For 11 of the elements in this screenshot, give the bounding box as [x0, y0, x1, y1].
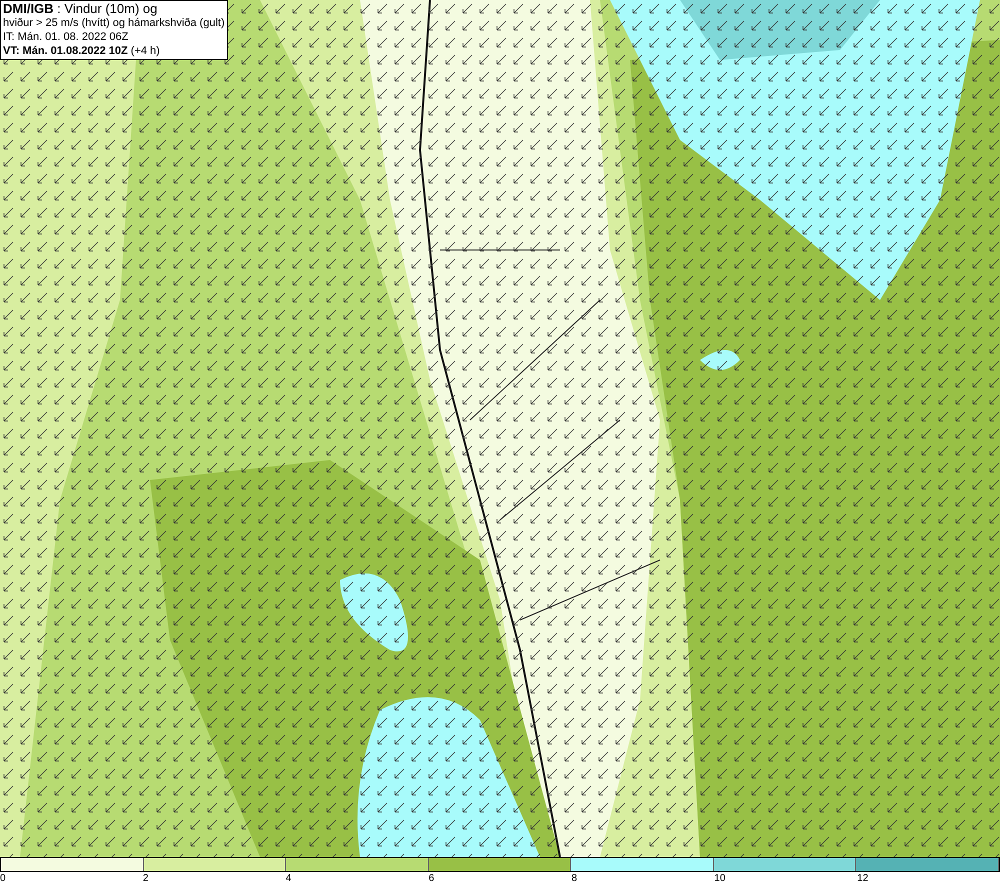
- title-line: VT: Mán. 01.08.2022 10Z (+4 h): [3, 44, 161, 58]
- title-line: IT: Mán. 01. 08. 2022 06Z: [3, 30, 130, 44]
- colorbar-tick-label: 8: [571, 872, 577, 886]
- colorbar-tick-label: 0: [0, 872, 6, 886]
- title-line: hviður > 25 m/s (hvítt) og hámarkshviða (gult): [3, 16, 225, 30]
- colorbar-tick-label: 10: [714, 872, 726, 886]
- colorbar-tick-label: 2: [142, 872, 148, 886]
- colorbar-tick-label: 4: [286, 872, 292, 886]
- colorbar-tick-label: 12: [857, 872, 868, 886]
- colorbar-tick-label: 6: [428, 872, 434, 886]
- title-line: DMI/IGB : Vindur (10m) og: [3, 2, 158, 16]
